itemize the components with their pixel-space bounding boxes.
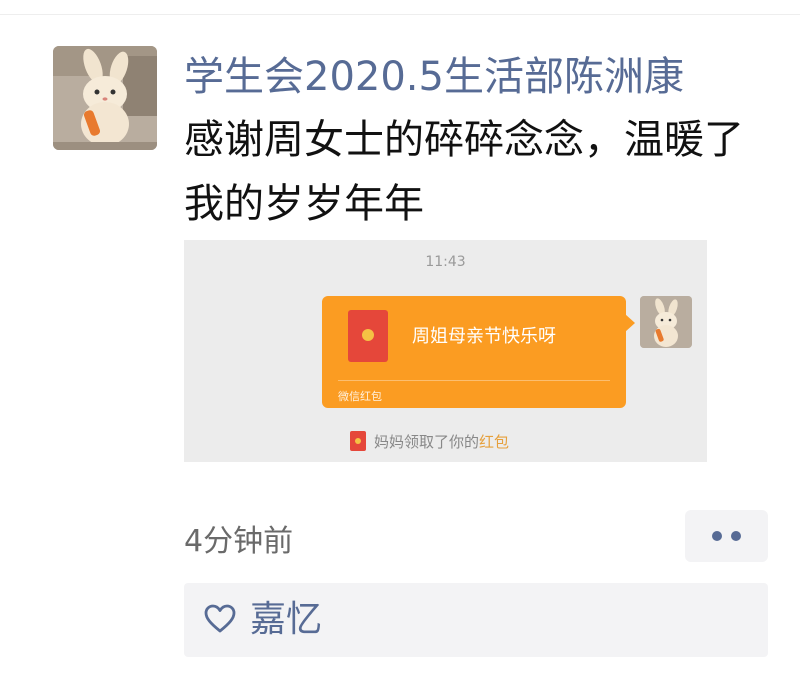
bubble-tail xyxy=(625,314,635,332)
notice-text: 妈妈领取了你的 xyxy=(374,433,480,451)
heart-outline-icon xyxy=(204,604,236,633)
like-user-name[interactable]: 嘉忆 xyxy=(250,597,322,643)
red-packet-bubble: 周姐母亲节快乐呀 微信红包 xyxy=(322,296,626,408)
dot-icon xyxy=(712,531,722,541)
dot-icon xyxy=(731,531,741,541)
red-packet-divider xyxy=(338,380,610,381)
notice-highlight: 红包 xyxy=(479,433,510,451)
post-time: 4分钟前 xyxy=(184,524,294,559)
bunny-avatar-image xyxy=(53,46,157,150)
post-image[interactable]: 11:43 周姐母亲节快乐呀 微信红包 妈妈领取了你的红包 xyxy=(184,240,707,462)
chat-timestamp: 11:43 xyxy=(425,254,466,270)
top-divider xyxy=(0,14,800,15)
chat-avatar xyxy=(640,296,692,348)
red-packet-message: 周姐母亲节快乐呀 xyxy=(412,326,556,347)
red-packet-small-icon xyxy=(350,431,366,451)
red-packet-received-notice: 妈妈领取了你的红包 xyxy=(350,431,509,452)
post-text: 感谢周女士的碎碎念念，温暖了我的岁岁年年 xyxy=(184,117,744,227)
red-packet-icon xyxy=(348,310,388,362)
post-author-name[interactable]: 学生会2020.5生活部陈洲康 xyxy=(184,52,684,102)
likes-panel: 嘉忆 xyxy=(184,583,768,657)
author-avatar[interactable] xyxy=(53,46,157,150)
red-packet-label: 微信红包 xyxy=(338,390,382,403)
more-options-button[interactable] xyxy=(685,510,768,562)
bunny-avatar-small-image xyxy=(640,296,692,348)
